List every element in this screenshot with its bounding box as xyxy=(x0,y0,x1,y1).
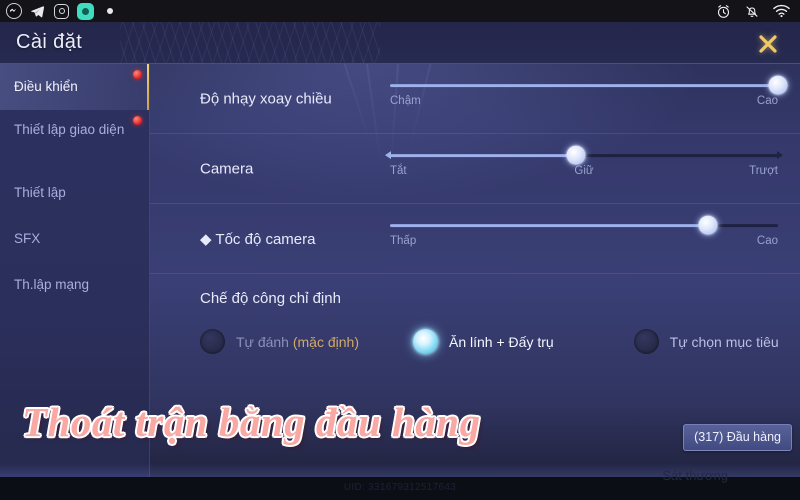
alarm-clock-icon xyxy=(716,4,731,19)
instagram-icon[interactable] xyxy=(53,3,70,20)
attack-mode-options: Tự đánh (mặc định) Ăn lính + Đấy trụ Tự … xyxy=(200,329,784,354)
bell-muted-icon xyxy=(744,4,760,19)
header-web-decoration xyxy=(120,22,380,63)
sidebar-item-dieu-khien[interactable]: Điều khiển xyxy=(0,64,149,110)
slider-tick-center: Giữ xyxy=(574,164,594,177)
setting-row-rotation-sensitivity: Độ nhạy xoay chiều Chậm Cao xyxy=(150,64,800,134)
notification-badge-icon xyxy=(133,116,142,125)
slider-ticks: Tắt Giữ Trượt xyxy=(390,165,778,181)
sidebar-item-label: Th.lập mạng xyxy=(14,276,90,292)
close-icon[interactable] xyxy=(752,28,784,60)
setting-label: Camera xyxy=(200,160,254,177)
sidebar-item-thlap-mang[interactable]: Th.lập mạng xyxy=(0,262,149,308)
uid-text: UID: 331679312517643 xyxy=(343,482,457,493)
radio-option-tu-danh[interactable]: Tự đánh (mặc định) xyxy=(200,329,359,354)
slider-fill xyxy=(390,153,577,157)
slider-track[interactable] xyxy=(385,145,783,165)
slider-handle[interactable] xyxy=(698,215,718,235)
radio-icon[interactable] xyxy=(413,329,438,354)
setting-row-camera-speed: ◆ Tốc độ camera Thấp Cao xyxy=(150,204,800,274)
slider-ticks: Thấp Cao xyxy=(390,235,778,251)
radio-option-tu-chon-muc-tieu[interactable]: Tự chọn mục tiêu xyxy=(633,329,779,354)
radio-label: Ăn lính + Đấy trụ xyxy=(449,333,554,350)
os-system-icons xyxy=(716,4,800,19)
setting-label: ◆ Tốc độ camera xyxy=(200,230,316,248)
camera-speed-slider[interactable]: Thấp Cao xyxy=(390,215,778,251)
sidebar-item-thiet-lap-giao-dien[interactable]: Thiết lập giao diện xyxy=(0,110,149,170)
slider-tick-left: Thấp xyxy=(390,234,417,247)
slider-ticks: Chậm Cao xyxy=(390,95,778,111)
sidebar-item-label: Điều khiển xyxy=(14,78,78,94)
slider-track[interactable] xyxy=(390,75,788,95)
slider-handle[interactable] xyxy=(566,145,586,165)
slider-track[interactable] xyxy=(390,215,778,235)
messenger-icon[interactable] xyxy=(5,3,22,20)
slider-fill xyxy=(390,223,709,227)
panel-header: Cài đặt xyxy=(0,22,800,64)
radio-label: Tự đánh (mặc định) xyxy=(236,333,359,350)
setting-label: Độ nhạy xoay chiều xyxy=(200,90,332,107)
rotation-sensitivity-slider[interactable]: Chậm Cao xyxy=(390,75,788,111)
overlay-banner-text: Thoát trận bằng đầu hàng xyxy=(22,399,481,445)
slider-tick-left: Tắt xyxy=(390,164,407,177)
radio-option-an-linh-day-tru[interactable]: Ăn lính + Đấy trụ xyxy=(413,329,554,354)
slider-right-arrow-icon xyxy=(777,151,783,160)
os-status-bar xyxy=(0,0,800,22)
setting-row-camera: Camera Tắt Giữ Trượt xyxy=(150,134,800,204)
page-title: Cài đặt xyxy=(16,31,83,53)
dot-indicator-icon xyxy=(101,3,118,20)
slider-tick-right: Cao xyxy=(756,94,778,107)
sidebar-item-thiet-lap[interactable]: Thiết lập xyxy=(0,170,149,216)
game-bottom-bar: UID: 331679312517643 xyxy=(0,477,800,500)
sidebar-item-label: SFX xyxy=(14,230,41,246)
radio-label: Tự chọn mục tiêu xyxy=(669,333,779,350)
slider-tick-right: Cao xyxy=(756,234,778,247)
wechat-icon[interactable] xyxy=(77,2,94,20)
slider-tick-left: Chậm xyxy=(390,94,421,107)
camera-slider[interactable]: Tắt Giữ Trượt xyxy=(385,145,783,181)
attack-mode-title: Chế độ công chỉ định xyxy=(200,290,341,307)
sidebar-item-sfx[interactable]: SFX xyxy=(0,216,149,262)
notification-badge-icon xyxy=(133,70,142,79)
surrender-button[interactable]: (317) Đầu hàng xyxy=(683,424,792,451)
radio-icon[interactable] xyxy=(200,329,225,354)
setting-row-attack-mode: Chế độ công chỉ định Tự đánh (mặc định) … xyxy=(150,274,800,384)
radio-icon[interactable] xyxy=(633,329,659,354)
wifi-icon xyxy=(773,4,790,18)
slider-fill xyxy=(390,83,778,87)
os-app-icons xyxy=(0,2,118,20)
slider-handle[interactable] xyxy=(768,75,788,95)
telegram-icon[interactable] xyxy=(29,3,46,20)
slider-tick-right: Trượt xyxy=(749,164,778,177)
sidebar-item-label: Thiết lập giao diện xyxy=(14,122,125,137)
sidebar-item-label: Thiết lập xyxy=(14,184,66,200)
